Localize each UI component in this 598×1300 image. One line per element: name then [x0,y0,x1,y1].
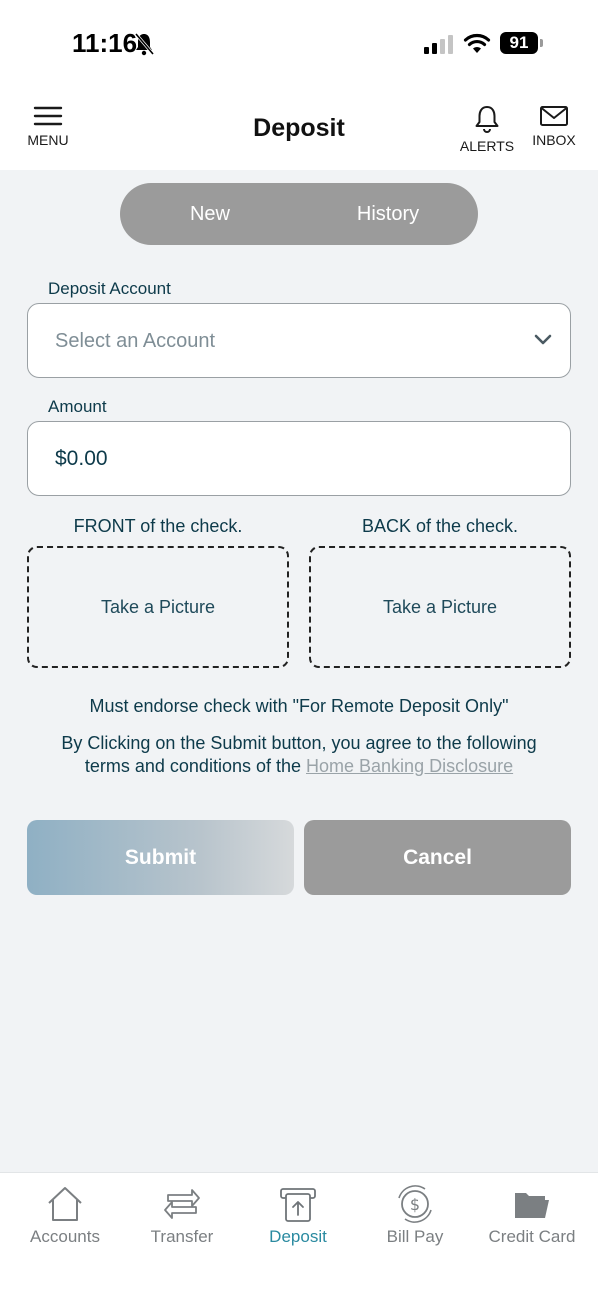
tab-accounts[interactable]: Accounts [7,1185,123,1247]
back-check-capture[interactable]: Take a Picture [309,546,571,668]
front-check-label: FRONT of the check. [73,516,243,536]
front-take-picture-label: Take a Picture [100,597,216,617]
tab-bill-pay-label: Bill Pay [386,1227,444,1246]
deposit-account-select[interactable]: Select an Account [27,303,571,378]
house-icon [48,1187,82,1221]
bottom-tab-bar: Accounts Transfer Deposit $ Bill Pay Cre… [0,1172,598,1300]
home-banking-disclosure-link[interactable]: Home Banking Disclosure [306,756,513,776]
terms-line-1: By Clicking on the Submit button, you ag… [61,733,537,753]
bill-pay-icon: $ [398,1185,432,1223]
amount-label: Amount [48,397,107,416]
svg-text:$: $ [410,1195,420,1214]
battery-level: 91 [500,32,538,54]
hamburger-icon [33,106,63,126]
endorse-notice: Must endorse check with "For Remote Depo… [89,696,509,716]
deposit-icon [280,1188,316,1222]
tab-new[interactable]: New [130,183,290,245]
menu-label: MENU [27,132,69,148]
tab-credit-card-label: Credit Card [488,1227,576,1246]
terms-line-2-text: terms and conditions of the [84,756,301,776]
back-take-picture-label: Take a Picture [382,597,498,617]
cancel-button[interactable]: Cancel [304,820,571,895]
battery-icon: 91 [500,32,544,54]
inbox-label: INBOX [532,132,576,148]
transfer-arrows-icon [164,1189,200,1219]
menu-button[interactable]: MENU [22,104,74,148]
tab-accounts-label: Accounts [30,1227,100,1246]
wifi-icon [463,33,491,53]
tab-credit-card[interactable]: Credit Card [474,1185,590,1247]
cellular-signal-icon [424,35,453,54]
app-header: Deposit MENU ALERTS INBOX [0,90,598,170]
tab-history[interactable]: History [308,183,468,245]
back-check-label: BACK of the check. [361,516,519,536]
status-bar: 11:16 91 [0,0,598,90]
bell-muted-icon [134,33,155,56]
tab-transfer[interactable]: Transfer [124,1185,240,1247]
alerts-label: ALERTS [459,138,515,154]
front-check-capture[interactable]: Take a Picture [27,546,289,668]
status-time: 11:16 [72,28,138,58]
tab-deposit-label: Deposit [269,1227,327,1246]
folder-icon [515,1193,549,1218]
alerts-button[interactable]: ALERTS [458,104,516,154]
tab-bill-pay[interactable]: $ Bill Pay [357,1185,473,1247]
tab-deposit[interactable]: Deposit [240,1185,356,1247]
tab-transfer-label: Transfer [150,1227,214,1246]
deposit-account-label: Deposit Account [48,279,171,298]
terms-line-2: terms and conditions of the Home Banking… [0,756,598,777]
submit-button[interactable]: Submit [27,820,294,895]
inbox-button[interactable]: INBOX [528,104,580,148]
bell-icon [475,106,499,133]
amount-input[interactable] [27,421,571,496]
chevron-down-icon [534,334,552,345]
deposit-segmented-control: New History [120,183,478,245]
envelope-icon [540,106,568,126]
deposit-account-placeholder: Select an Account [55,330,216,352]
